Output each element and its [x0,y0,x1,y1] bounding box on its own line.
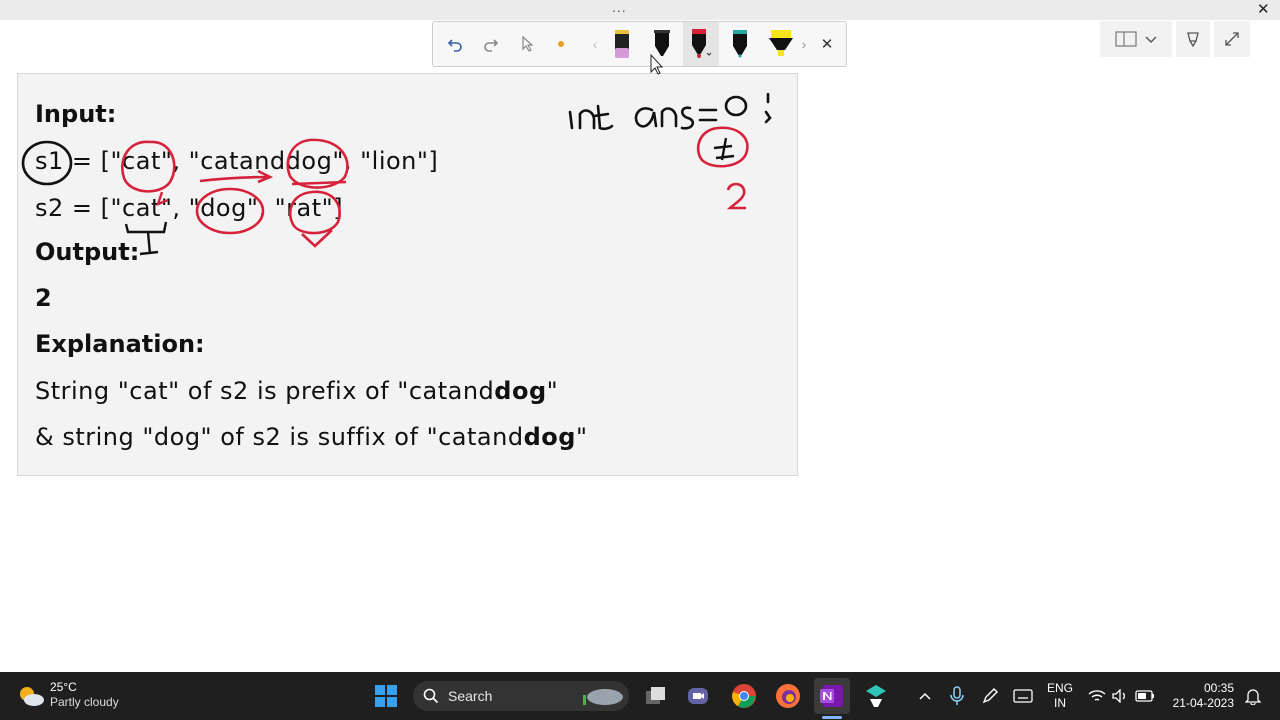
page-view-dropdown[interactable] [1100,21,1172,57]
weather-widget[interactable]: 25°C Partly cloudy [50,680,119,710]
battery-icon[interactable] [1134,686,1156,706]
start-windows-icon[interactable] [372,682,400,710]
clock-date: 21-04-2023 [1172,696,1234,710]
output-value: 2 [35,284,52,312]
notification-bell-icon[interactable] [1242,686,1264,706]
pen-toolbar: ‹ › ✕ [432,21,847,67]
search-label: Search [448,688,493,704]
exp2-bold: dog [523,423,576,451]
input-heading: Input: [35,100,117,128]
taskbar-search[interactable]: Search [413,681,629,711]
exp1-plain: String "cat" of s2 is prefix of "catand [35,377,495,405]
dot-icon[interactable] [549,22,573,66]
teams-chat-icon[interactable] [684,682,712,710]
teal-pen[interactable] [727,22,753,66]
exp1-bold: dog [494,377,547,405]
expand-icon[interactable] [1214,21,1250,57]
chrome-icon[interactable] [728,680,760,712]
manatee-icon [583,689,623,705]
explanation-heading: Explanation: [35,330,205,358]
red-pen[interactable] [683,22,719,66]
scroll-right-icon[interactable]: › [797,22,811,66]
firefox-icon[interactable] [772,680,804,712]
onenote-icon[interactable] [814,678,850,714]
title-bar: ... ✕ [0,0,1280,20]
s1-array: = ["cat", "catanddog", "lion"] [63,147,439,175]
weather-condition: Partly cloudy [50,695,119,709]
exp1-end: " [546,377,559,405]
region-code: IN [1054,696,1066,710]
menu-dots-icon[interactable]: ... [612,0,627,14]
chevron-up-icon[interactable] [914,686,936,706]
s1-line: s1 = ["cat", "catanddog", "lion"] [35,147,438,175]
window-close-icon[interactable]: ✕ [1257,2,1270,18]
redo-icon[interactable] [477,22,505,66]
teams-icon[interactable] [860,680,892,712]
note-card [17,73,798,476]
volume-icon[interactable] [1110,686,1130,706]
pen-draw-icon[interactable] [1176,21,1210,57]
touch-keyboard-icon[interactable] [1010,684,1036,708]
exp2-plain: & string "dog" of s2 is suffix of "catan… [35,423,524,451]
eraser-pen[interactable] [609,22,635,66]
clock-time: 00:35 [1203,681,1234,695]
s2-line: s2 = ["cat", "dog", "rat"] [35,194,344,222]
close-icon[interactable]: ✕ [815,22,839,66]
exp2-end: " [575,423,588,451]
explanation-line-1: String "cat" of s2 is prefix of "catandd… [35,377,558,405]
language-code: ENG [1046,681,1073,695]
taskbar: 25°C Partly cloudy Search ENG IN 00:35 2… [0,672,1280,720]
wifi-icon[interactable] [1086,686,1108,706]
output-heading: Output: [35,238,140,266]
microphone-icon[interactable] [946,684,968,708]
explanation-line-2: & string "dog" of s2 is suffix of "catan… [35,423,587,451]
weather-icon[interactable] [16,682,46,710]
temperature: 25°C [50,680,77,694]
language-indicator[interactable]: ENG IN [1044,681,1076,711]
scroll-left-icon[interactable]: ‹ [583,22,607,66]
clock[interactable]: 00:35 21-04-2023 [1168,681,1234,711]
s1-var: s1 [35,147,64,175]
yellow-highlighter[interactable] [765,22,797,66]
active-app-indicator [822,716,842,719]
search-icon [423,688,439,704]
lasso-select-icon[interactable] [513,22,541,66]
black-pen[interactable] [649,22,675,66]
pen-menu-icon[interactable] [978,684,1002,708]
task-view-icon[interactable] [642,682,670,710]
undo-icon[interactable] [441,22,469,66]
